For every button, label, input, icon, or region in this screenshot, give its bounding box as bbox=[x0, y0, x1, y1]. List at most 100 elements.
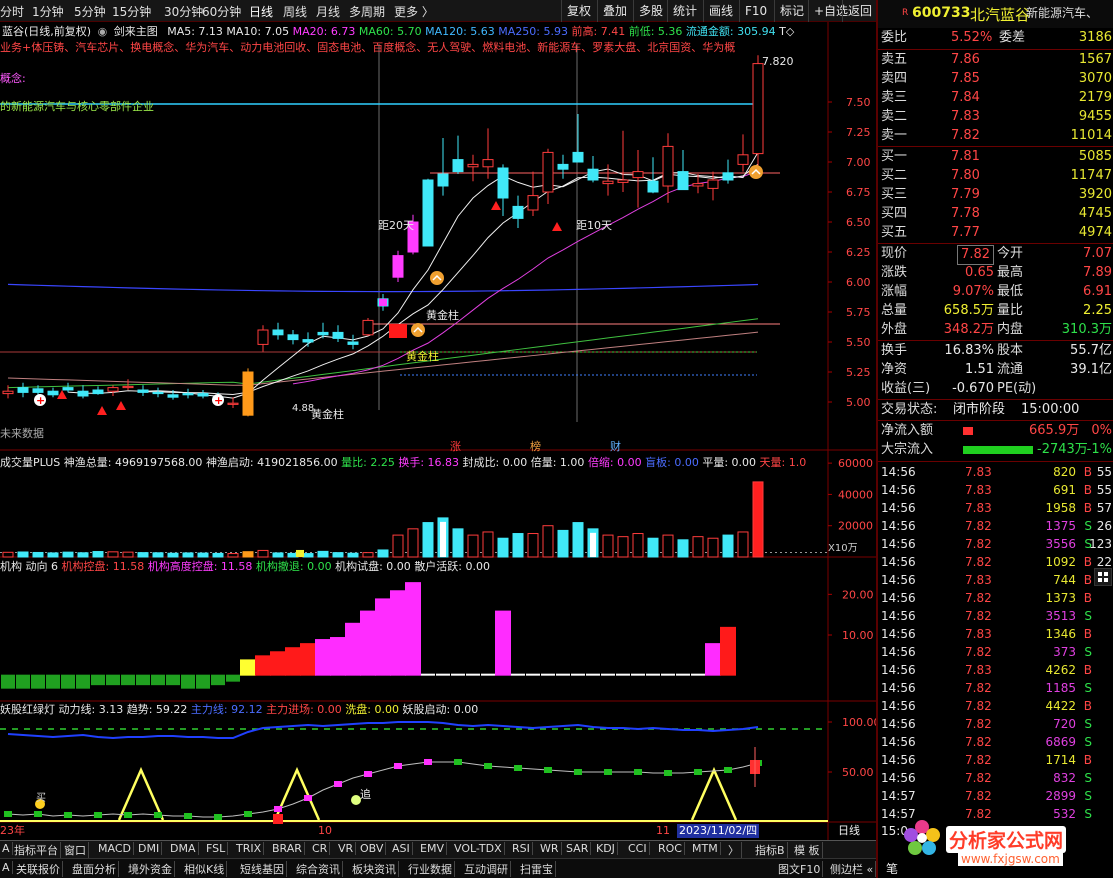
period-tab-5[interactable]: 60分钟 bbox=[202, 3, 241, 20]
indicator-tab-17[interactable]: SAR bbox=[564, 842, 592, 855]
tick-count: 26 bbox=[1096, 519, 1112, 533]
asks-row-2[interactable]: 卖三 7.84 2179 bbox=[881, 89, 1112, 107]
period-tab-7[interactable]: 周线 bbox=[283, 3, 307, 20]
info-tab-0[interactable]: A bbox=[0, 861, 13, 874]
indicator-tab-6[interactable]: FSL bbox=[204, 842, 229, 855]
toolbar-button-3[interactable]: 统计 bbox=[667, 0, 702, 22]
indicator-tab-14[interactable]: VOL-TDX bbox=[452, 842, 505, 855]
tick-price: 7.82 bbox=[965, 519, 992, 533]
period-tab-10[interactable]: 更多 〉 bbox=[394, 3, 434, 20]
volume-bar bbox=[392, 534, 404, 558]
candle-body bbox=[467, 163, 479, 168]
candle-body bbox=[722, 172, 734, 181]
indicator-tab-19[interactable]: CCI bbox=[626, 842, 650, 855]
toolbar-button-6[interactable]: 标记 bbox=[774, 0, 809, 22]
p3-bar bbox=[196, 674, 210, 689]
bids-row-3[interactable]: 买四 7.78 4745 bbox=[881, 205, 1112, 223]
period-tab-1[interactable]: 1分钟 bbox=[32, 3, 64, 20]
period-toolbar: 分时 1分钟 5分钟 15分钟 30分钟 60分钟 日线 周线 月线 多周期 更多 〉 复权 叠加 多股… bbox=[0, 0, 876, 22]
period-tab-0[interactable]: 分时 bbox=[0, 3, 24, 20]
p4-ytick-label: 100.00 bbox=[842, 716, 876, 729]
chart-svg[interactable]: 7.50 7.25 7.00 6.75 6.50 6.25 6.00 5.75 5.50 5.25… bbox=[0, 22, 881, 840]
period-tab-2[interactable]: 5分钟 bbox=[74, 3, 106, 20]
tick-time: 14:56 bbox=[881, 771, 916, 785]
indicator-tab-3[interactable]: MACD bbox=[96, 842, 134, 855]
info-tab-3[interactable]: 境外资金 bbox=[126, 861, 175, 877]
net-inflow-value: 665.9万 bbox=[1029, 423, 1080, 438]
indicator-tab-24[interactable]: 模 板 bbox=[792, 842, 823, 858]
candle-body bbox=[512, 205, 524, 219]
volume-bar bbox=[467, 534, 479, 558]
indicator-tab-22[interactable]: 〉 bbox=[726, 842, 742, 858]
indicator-tab-1[interactable]: 指标平台 bbox=[12, 842, 61, 858]
indicator-tab-23[interactable]: 指标B bbox=[753, 842, 788, 858]
indicator-tab-21[interactable]: MTM bbox=[690, 842, 721, 855]
bids-row-2[interactable]: 买三 7.79 3920 bbox=[881, 186, 1112, 204]
indicator-tab-15[interactable]: RSI bbox=[510, 842, 533, 855]
bids-row-1[interactable]: 买二 7.80 11747 bbox=[881, 167, 1112, 185]
indicator-tab-4[interactable]: DMI bbox=[136, 842, 163, 855]
xaxis-period[interactable]: 日线 bbox=[838, 824, 860, 838]
asks-row-4[interactable]: 卖一 7.82 11014 bbox=[881, 127, 1112, 145]
indicator-tab-16[interactable]: WR bbox=[538, 842, 562, 855]
candle-body bbox=[107, 387, 119, 392]
info-tab-7[interactable]: 板块资讯 bbox=[350, 861, 399, 877]
period-tab-9[interactable]: 多周期 bbox=[349, 3, 385, 20]
info-tab-9[interactable]: 互动调研 bbox=[462, 861, 511, 877]
label-gold3: 黄金柱 bbox=[311, 408, 344, 421]
xaxis-nov: 11 bbox=[656, 824, 670, 837]
info-tab-10[interactable]: 扫雷宝 bbox=[518, 861, 556, 877]
period-tab-4[interactable]: 30分钟 bbox=[164, 3, 203, 20]
toolbar-button-1[interactable]: 叠加 bbox=[597, 0, 632, 22]
quote-label2: 内盘 bbox=[997, 322, 1024, 337]
info-tab-5[interactable]: 短线基因 bbox=[238, 861, 287, 877]
asks-label: 卖二 bbox=[881, 109, 908, 124]
indicator-tab-7[interactable]: TRIX bbox=[234, 842, 265, 855]
volume-bar bbox=[557, 529, 569, 558]
tick-side: B bbox=[1083, 465, 1092, 479]
candle-body bbox=[392, 255, 404, 278]
asks-price: 7.85 bbox=[951, 71, 980, 86]
indicator-tab-20[interactable]: ROC bbox=[656, 842, 685, 855]
period-tab-3[interactable]: 15分钟 bbox=[112, 3, 151, 20]
info-tab-4[interactable]: 相似K线 bbox=[182, 861, 228, 877]
quote-label2: 量比 bbox=[997, 303, 1024, 318]
toolbar-button-4[interactable]: 画线 bbox=[703, 0, 738, 22]
indicator-tab-18[interactable]: KDJ bbox=[594, 842, 618, 855]
asks-row-3[interactable]: 卖二 7.83 9455 bbox=[881, 108, 1112, 126]
indicator-tab-11[interactable]: OBV bbox=[358, 842, 387, 855]
volume-bar-yellow bbox=[296, 549, 304, 557]
info-right-tab-1[interactable]: 侧边栏 « bbox=[828, 861, 877, 877]
vol-ytick-label: 40000 bbox=[838, 488, 873, 501]
info-tab-1[interactable]: 关联报价 bbox=[14, 861, 63, 877]
candle-body bbox=[662, 145, 674, 187]
windows-icon[interactable] bbox=[1094, 568, 1112, 586]
info-tab-6[interactable]: 综合资讯 bbox=[294, 861, 343, 877]
toolbar-button-5[interactable]: F10 bbox=[739, 0, 772, 22]
asks-row-0[interactable]: 卖五 7.86 1567 bbox=[881, 51, 1112, 69]
info-tab-8[interactable]: 行业数据 bbox=[406, 861, 455, 877]
indicator-tab-12[interactable]: ASI bbox=[390, 842, 413, 855]
chart-area[interactable]: 7.50 7.25 7.00 6.75 6.50 6.25 6.00 5.75 5.50 5.25… bbox=[0, 22, 881, 840]
info-right-tab-0[interactable]: 图文F10 bbox=[776, 861, 824, 877]
period-tab-6[interactable]: 日线 bbox=[249, 3, 273, 20]
indicator-tab-10[interactable]: VR bbox=[336, 842, 357, 855]
indicator-tab-0[interactable]: A bbox=[0, 842, 13, 855]
bids-label: 买一 bbox=[881, 149, 908, 164]
chart-menu-icon[interactable]: ◉ bbox=[98, 25, 108, 38]
toolbar-button-2[interactable]: 多股 bbox=[633, 0, 668, 22]
toolbar-button-0[interactable]: 复权 bbox=[561, 0, 596, 22]
ytick-label: 6.00 bbox=[846, 276, 871, 289]
bids-row-0[interactable]: 买一 7.81 5085 bbox=[881, 148, 1112, 166]
bids-row-4[interactable]: 买五 7.77 4974 bbox=[881, 224, 1112, 242]
period-tab-8[interactable]: 月线 bbox=[316, 3, 340, 20]
asks-row-1[interactable]: 卖四 7.85 3070 bbox=[881, 70, 1112, 88]
indicator-tab-5[interactable]: DMA bbox=[168, 842, 199, 855]
indicator-tab-2[interactable]: 窗口 bbox=[62, 842, 89, 858]
info-tab-2[interactable]: 盘面分析 bbox=[70, 861, 119, 877]
toolbar-button-8[interactable]: 返回 bbox=[842, 0, 877, 22]
indicator-tab-9[interactable]: CR bbox=[310, 842, 331, 855]
indicator-tab-13[interactable]: EMV bbox=[418, 842, 447, 855]
quote-row-4: 外盘 348.2万 内盘 310.3万 bbox=[881, 321, 1112, 339]
indicator-tab-8[interactable]: BRAR bbox=[270, 842, 305, 855]
